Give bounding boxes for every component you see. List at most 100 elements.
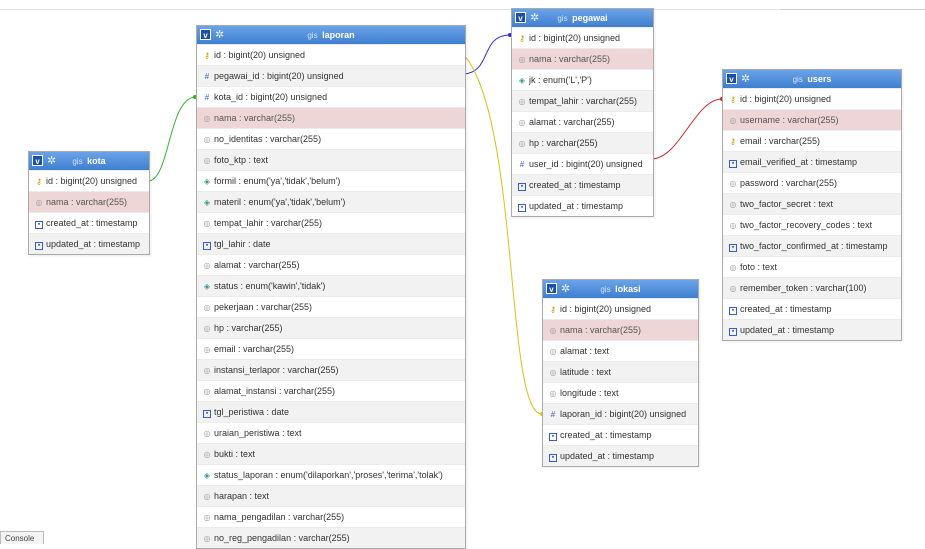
column-row[interactable]: ◎ password : varchar(255)	[723, 172, 901, 193]
checkbox-icon[interactable]: v	[515, 12, 526, 23]
checkbox-icon[interactable]: v	[726, 73, 737, 84]
enum-icon: ◈	[518, 76, 526, 85]
table-header-laporan[interactable]: v ✲ gis laporan	[197, 26, 465, 44]
column-row[interactable]: ⚷ id : bigint(20) unsigned	[29, 170, 149, 191]
column-row[interactable]: ⚷ id : bigint(20) unsigned	[723, 88, 901, 109]
designer-top-border-right	[780, 9, 925, 10]
table-header-lokasi[interactable]: v ✲ gis lokasi	[543, 280, 698, 298]
column-icon: ◎	[203, 303, 211, 312]
column-row[interactable]: ◎ longitude : text	[543, 382, 698, 403]
enum-icon: ◈	[203, 177, 211, 186]
column-row[interactable]: ▪ created_at : timestamp	[512, 174, 653, 195]
column-icon: ◎	[35, 198, 43, 207]
column-row[interactable]: ▪ updated_at : timestamp	[543, 445, 698, 466]
column-row[interactable]: ◎ username : varchar(255)	[723, 109, 901, 130]
column-row[interactable]: ▪ two_factor_confirmed_at : timestamp	[723, 235, 901, 256]
column-label: jk : enum('L','P')	[529, 75, 592, 85]
column-row[interactable]: ◎ two_factor_secret : text	[723, 193, 901, 214]
column-row[interactable]: # laporan_id : bigint(20) unsigned	[543, 403, 698, 424]
gear-icon[interactable]: ✲	[215, 28, 224, 42]
gear-icon[interactable]: ✲	[47, 154, 56, 168]
table-pegawai[interactable]: v ✲ gis pegawai ⚷ id : bigint(20) unsigne…	[511, 8, 654, 217]
column-icon: ◎	[203, 513, 211, 522]
console-tab[interactable]: Console	[0, 531, 44, 544]
column-label: uraian_peristiwa : text	[214, 428, 302, 438]
column-row[interactable]: ◎ nama_pengadilan : varchar(255)	[197, 506, 465, 527]
column-row[interactable]: ◎ email : varchar(255)	[197, 338, 465, 359]
column-row[interactable]: ◎ remember_token : varchar(100)	[723, 277, 901, 298]
column-row[interactable]: ◎ nama : varchar(255)	[197, 107, 465, 128]
gear-icon[interactable]: ✲	[561, 282, 570, 296]
table-users[interactable]: v ✲ gis users ⚷ id : bigint(20) unsigned ◎…	[722, 69, 902, 341]
column-row[interactable]: ◈ materil : enum('ya','tidak','belum')	[197, 191, 465, 212]
column-label: materil : enum('ya','tidak','belum')	[214, 197, 346, 207]
column-row[interactable]: ◎ nama : varchar(255)	[543, 319, 698, 340]
column-row[interactable]: ▪ email_verified_at : timestamp	[723, 151, 901, 172]
column-row[interactable]: # user_id : bigint(20) unsigned	[512, 153, 653, 174]
column-row[interactable]: ◎ alamat : varchar(255)	[512, 111, 653, 132]
column-row[interactable]: ⚷ id : bigint(20) unsigned	[512, 27, 653, 48]
column-row[interactable]: ◎ uraian_peristiwa : text	[197, 422, 465, 443]
column-row[interactable]: ▪ tgl_peristiwa : date	[197, 401, 465, 422]
table-db-name: gis	[600, 285, 611, 294]
table-lokasi[interactable]: v ✲ gis lokasi ⚷ id : bigint(20) unsigned…	[542, 279, 699, 467]
column-row[interactable]: ◎ alamat_instansi : varchar(255)	[197, 380, 465, 401]
checkbox-icon[interactable]: v	[32, 155, 43, 166]
column-label: updated_at : timestamp	[529, 201, 624, 211]
column-row[interactable]: ◎ alamat : text	[543, 340, 698, 361]
column-row[interactable]: ▪ created_at : timestamp	[29, 212, 149, 233]
column-row[interactable]: ▪ updated_at : timestamp	[723, 319, 901, 340]
column-row[interactable]: ⚷ id : bigint(20) unsigned	[543, 298, 698, 319]
checkbox-icon[interactable]: v	[546, 283, 557, 294]
gear-icon[interactable]: ✲	[530, 11, 539, 25]
datetime-icon: ▪	[729, 307, 737, 315]
table-laporan[interactable]: v ✲ gis laporan ⚷ id : bigint(20) unsigne…	[196, 25, 466, 549]
column-row[interactable]: ◎ instansi_terlapor : varchar(255)	[197, 359, 465, 380]
column-row[interactable]: ◎ hp : varchar(255)	[512, 132, 653, 153]
gear-icon[interactable]: ✲	[741, 72, 750, 86]
table-header-users[interactable]: v ✲ gis users	[723, 70, 901, 88]
datetime-icon: ▪	[729, 328, 737, 336]
table-kota[interactable]: v ✲ gis kota ⚷ id : bigint(20) unsigned ◎ n…	[28, 151, 150, 255]
column-row[interactable]: ◎ bukti : text	[197, 443, 465, 464]
table-db-name: gis	[792, 75, 803, 84]
column-icon: ◎	[729, 179, 737, 188]
checkbox-icon[interactable]: v	[200, 29, 211, 40]
column-row[interactable]: ◎ tempat_lahir : varchar(255)	[197, 212, 465, 233]
column-row[interactable]: ◎ nama : varchar(255)	[512, 48, 653, 69]
column-row[interactable]: ◈ status_laporan : enum('dilaporkan','pro…	[197, 464, 465, 485]
column-row[interactable]: ◈ formil : enum('ya','tidak','belum')	[197, 170, 465, 191]
column-list: ⚷ id : bigint(20) unsigned ◎ nama : varchar…	[512, 27, 653, 216]
column-row[interactable]: ◎ foto_ktp : text	[197, 149, 465, 170]
column-label: id : bigint(20) unsigned	[214, 50, 306, 60]
column-label: foto_ktp : text	[214, 155, 269, 165]
column-icon: ◎	[549, 347, 557, 356]
column-row[interactable]: ◎ no_identitas : varchar(255)	[197, 128, 465, 149]
column-row[interactable]: ◎ no_reg_pengadilan : varchar(255)	[197, 527, 465, 548]
column-row[interactable]: ◎ harapan : text	[197, 485, 465, 506]
column-row[interactable]: ◎ nama : varchar(255)	[29, 191, 149, 212]
table-header-kota[interactable]: v ✲ gis kota	[29, 152, 149, 170]
column-list: ⚷ id : bigint(20) unsigned ◎ username : var…	[723, 88, 901, 340]
column-row[interactable]: ⚷ email : varchar(255)	[723, 130, 901, 151]
column-row[interactable]: ⚷ id : bigint(20) unsigned	[197, 44, 465, 65]
column-row[interactable]: ◎ alamat : varchar(255)	[197, 254, 465, 275]
column-icon: ◎	[203, 261, 211, 270]
column-row[interactable]: ◎ tempat_lahir : varchar(255)	[512, 90, 653, 111]
column-row[interactable]: ▪ tgl_lahir : date	[197, 233, 465, 254]
column-row[interactable]: ◎ two_factor_recovery_codes : text	[723, 214, 901, 235]
column-row[interactable]: # pegawai_id : bigint(20) unsigned	[197, 65, 465, 86]
column-label: created_at : timestamp	[560, 430, 652, 440]
column-row[interactable]: ▪ created_at : timestamp	[723, 298, 901, 319]
column-row[interactable]: ◎ foto : text	[723, 256, 901, 277]
column-row[interactable]: ▪ updated_at : timestamp	[512, 195, 653, 216]
column-row[interactable]: # kota_id : bigint(20) unsigned	[197, 86, 465, 107]
column-row[interactable]: ◎ pekerjaan : varchar(255)	[197, 296, 465, 317]
table-header-pegawai[interactable]: v ✲ gis pegawai	[512, 9, 653, 27]
column-row[interactable]: ◈ jk : enum('L','P')	[512, 69, 653, 90]
column-row[interactable]: ▪ created_at : timestamp	[543, 424, 698, 445]
column-row[interactable]: ◈ status : enum('kawin','tidak')	[197, 275, 465, 296]
column-row[interactable]: ◎ latitude : text	[543, 361, 698, 382]
column-row[interactable]: ◎ hp : varchar(255)	[197, 317, 465, 338]
column-row[interactable]: ▪ updated_at : timestamp	[29, 233, 149, 254]
